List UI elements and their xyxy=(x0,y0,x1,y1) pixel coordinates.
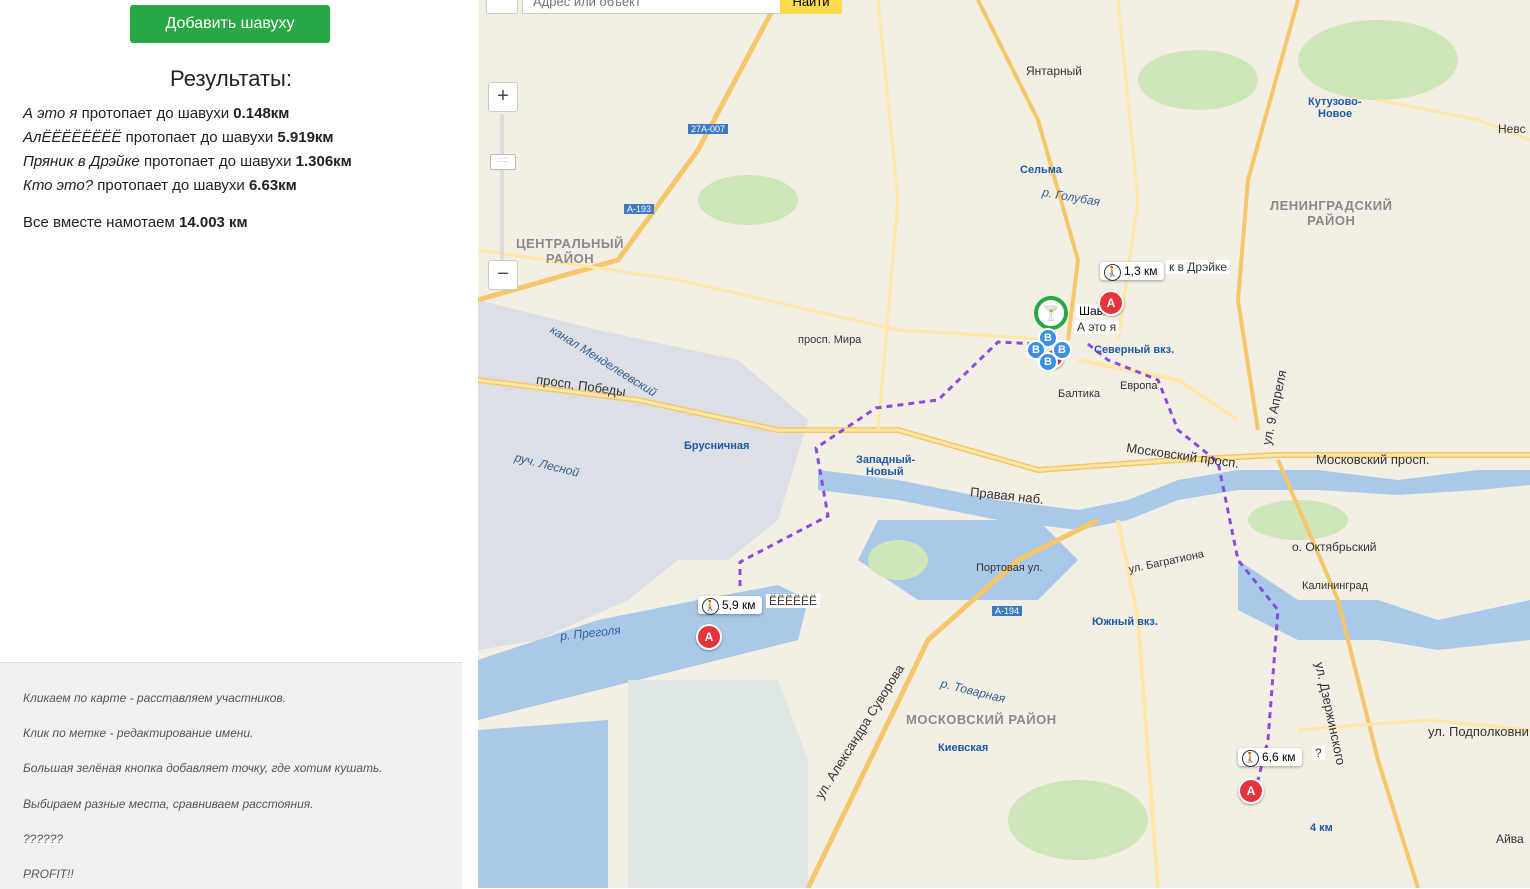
participant-pin[interactable]: A xyxy=(696,624,722,650)
map-label: о. Октябрьский xyxy=(1292,540,1377,554)
district-label: МОСКОВСКИЙ РАЙОН xyxy=(906,712,1057,727)
result-distance: 5.919км xyxy=(277,129,334,146)
map-label: просп. Мира xyxy=(798,334,862,346)
result-row: АлЁЁЁЁЁЁЁЁ протопает до шавухи 5.919км xyxy=(23,126,352,150)
help-panel: Кликаем по карте - расставляем участнико… xyxy=(0,662,462,889)
map-label: Балтика xyxy=(1058,388,1101,400)
district-name: ЛЕНИНГРАДСКИЙ xyxy=(1270,198,1393,213)
road-badge: A-194 xyxy=(992,606,1023,616)
help-line: Клик по метке - редактирование имени. xyxy=(23,726,254,740)
map-label: 4 км xyxy=(1310,822,1333,834)
add-shawarma-button[interactable]: Добавить шавуху xyxy=(130,5,330,43)
map-label: Портовая ул. xyxy=(976,562,1043,574)
map-label: Невс xyxy=(1498,122,1526,136)
route-distance-callout[interactable]: 🚶 5,9 км xyxy=(698,596,762,615)
result-distance: 6.63км xyxy=(248,177,297,194)
result-distance: 1.306км xyxy=(295,153,352,170)
route-distance-callout[interactable]: 🚶 1,3 км xyxy=(1100,262,1164,281)
participant-label: к в Дрэйке xyxy=(1166,260,1230,274)
participant-name: Пряник в Дрэйке xyxy=(23,153,140,170)
participant-pin[interactable]: A xyxy=(1098,290,1124,316)
map-canvas[interactable] xyxy=(478,0,1530,888)
road-badge: A-193 xyxy=(624,204,655,214)
callout-distance: 6,6 км xyxy=(1262,750,1296,764)
map-label: Северный вкз. xyxy=(1094,344,1175,356)
district-name: РАЙОН xyxy=(545,251,595,266)
pedestrian-icon: 🚶 xyxy=(702,598,719,615)
map-label: Европа xyxy=(1120,380,1158,392)
participant-name: Кто это? xyxy=(23,177,94,194)
map-label: Московский просп. xyxy=(1316,452,1430,467)
geolocation-button[interactable] xyxy=(486,0,518,14)
total-value: 14.003 км xyxy=(179,214,248,231)
participant-label: ЁЁЁЁЁЁ xyxy=(766,594,821,608)
sidebar: Добавить шавуху Результаты: А это я прот… xyxy=(0,0,462,889)
participant-label: А это я xyxy=(1074,320,1120,334)
map-label: Южный вкз. xyxy=(1092,616,1158,628)
map-label: Янтарный xyxy=(1026,64,1082,78)
district-label: ЦЕНТРАЛЬНЫЙ РАЙОН xyxy=(516,236,624,266)
result-text: протопает до шавухи xyxy=(121,129,278,146)
help-line: Кликаем по карте - расставляем участнико… xyxy=(23,691,287,705)
total-text: Все вместе намотаем xyxy=(23,214,179,231)
result-text: протопает до шавухи xyxy=(139,153,296,170)
map-label: Айва xyxy=(1496,832,1524,846)
search-input[interactable] xyxy=(522,0,802,14)
district-name: ЦЕНТРАЛЬНЫЙ xyxy=(516,236,624,251)
route-distance-callout[interactable]: 🚶 6,6 км xyxy=(1238,748,1302,767)
help-line: ?????? xyxy=(23,832,64,846)
result-row: Пряник в Дрэйке протопает до шавухи 1.30… xyxy=(23,150,352,174)
map-label: Западный- xyxy=(856,454,916,466)
map[interactable]: Найти + :::: − ЦЕНТРАЛЬНЫЙРАЙОН ЛЕНИНГРА… xyxy=(478,0,1530,888)
map-label: Киевская xyxy=(938,742,989,754)
pedestrian-icon: 🚶 xyxy=(1104,264,1121,281)
road-badge: 27А-007 xyxy=(688,124,729,134)
callout-distance: 5,9 км xyxy=(722,598,756,612)
zoom-out-button[interactable]: − xyxy=(488,260,518,290)
pedestrian-icon: 🚶 xyxy=(1242,750,1259,767)
result-row: Кто это? протопает до шавухи 6.63км xyxy=(23,174,352,198)
zoom-control: + :::: − xyxy=(488,82,518,290)
map-label: ул. Подполковни xyxy=(1428,724,1529,739)
participant-pin[interactable]: A xyxy=(1238,778,1264,804)
help-line: Выбираем разные места, сравниваем рассто… xyxy=(23,797,314,811)
destination-pin[interactable]: B xyxy=(1038,352,1058,372)
result-text: протопает до шавухи xyxy=(93,177,249,194)
zoom-in-button[interactable]: + xyxy=(488,82,518,112)
district-label: ЛЕНИНГРАДСКИЙ РАЙОН xyxy=(1270,198,1392,228)
map-label: Брусничная xyxy=(684,440,750,452)
search-bar: Найти xyxy=(478,0,848,14)
results-list: А это я протопает до шавухи 0.148км АлЁЁ… xyxy=(23,102,352,198)
help-line: PROFIT!! xyxy=(23,867,74,881)
participant-name: АлЁЁЁЁЁЁЁЁ xyxy=(23,129,122,146)
zoom-track[interactable] xyxy=(500,114,504,264)
map-label: Сельма xyxy=(1020,164,1062,176)
shawarma-marker[interactable]: 🍸 xyxy=(1034,296,1068,330)
map-label: Калининград xyxy=(1302,580,1369,592)
total-distance: Все вместе намотаем 14.003 км xyxy=(23,214,248,231)
search-button[interactable]: Найти xyxy=(780,0,842,14)
help-line: Большая зелёная кнопка добавляет точку, … xyxy=(23,761,383,775)
participant-name: А это я xyxy=(23,105,78,122)
result-row: А это я протопает до шавухи 0.148км xyxy=(23,102,352,126)
result-text: протопает до шавухи xyxy=(77,105,234,122)
map-label: Кутузово- xyxy=(1308,96,1362,108)
zoom-slider-handle[interactable]: :::: xyxy=(490,154,516,170)
callout-distance: 1,3 км xyxy=(1124,264,1158,278)
district-name: РАЙОН xyxy=(1307,213,1356,228)
result-distance: 0.148км xyxy=(233,105,290,122)
map-label: Новое xyxy=(1318,108,1353,120)
map-label: Новый xyxy=(866,466,904,478)
participant-label: ? xyxy=(1312,746,1325,760)
results-title: Результаты: xyxy=(170,66,292,91)
